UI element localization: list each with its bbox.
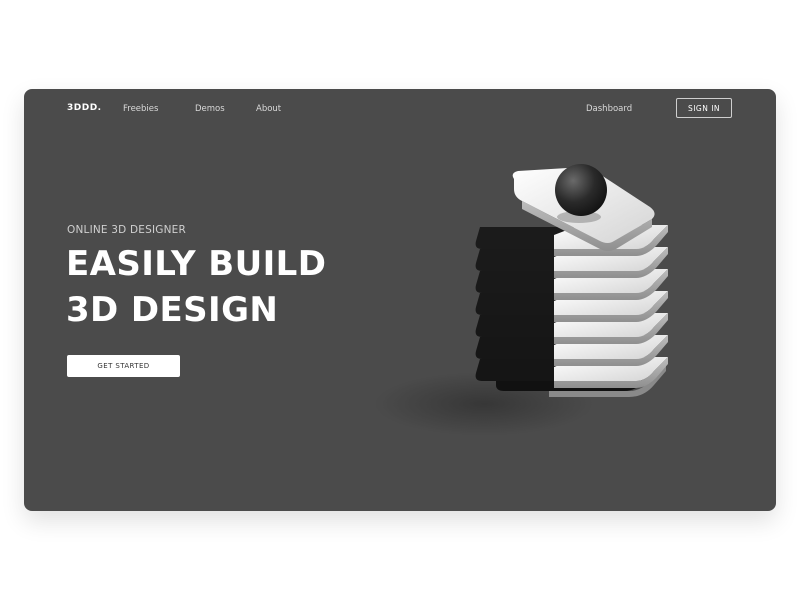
hero-title-line-2: 3D DESIGN [66, 290, 279, 330]
stacked-3d-tower-illustration [374, 164, 668, 436]
nav-link-dashboard[interactable]: Dashboard [586, 104, 632, 114]
get-started-button[interactable]: GET STARTED [67, 355, 180, 377]
sphere [555, 164, 607, 216]
top-navigation: 3DDD. Freebies Demos About Dashboard SIG… [24, 89, 776, 129]
hero-card: 3DDD. Freebies Demos About Dashboard SIG… [24, 89, 776, 511]
page: 3DDD. Freebies Demos About Dashboard SIG… [0, 0, 800, 600]
sign-in-button[interactable]: SIGN IN [676, 98, 732, 118]
nav-link-about[interactable]: About [256, 104, 281, 114]
hero-title-line-1: EASILY BUILD [66, 244, 327, 284]
nav-link-freebies[interactable]: Freebies [123, 104, 158, 114]
nav-link-demos[interactable]: Demos [195, 104, 225, 114]
stack-layers [475, 225, 668, 397]
hero-subtitle: ONLINE 3D DESIGNER [67, 224, 186, 236]
brand-logo[interactable]: 3DDD. [67, 103, 102, 113]
